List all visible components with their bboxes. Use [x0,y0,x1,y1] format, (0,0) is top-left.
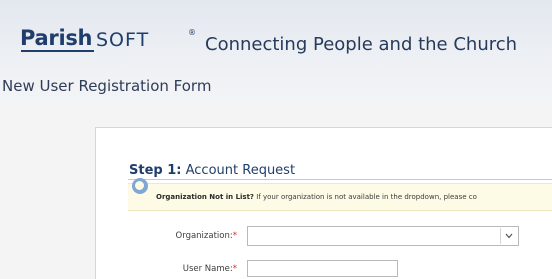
username-label: User Name:* [137,264,237,274]
notice-bold-text: Organization Not in List? [156,193,254,201]
logo-soft-text: SOFT [96,29,150,51]
username-input[interactable] [247,260,398,277]
notice-text: Organization Not in List? If your organi… [156,193,477,201]
username-required-mark: * [232,264,237,274]
step-number: Step 1: [129,163,182,178]
organization-required-mark: * [232,231,237,241]
organization-label: Organization:* [137,231,237,241]
logo-trademark: ® [188,28,196,37]
page-title: New User Registration Form [2,77,212,95]
organization-select[interactable] [247,226,519,246]
logo-parish-text: Parish [20,26,93,50]
info-icon [132,178,148,194]
step-divider [128,179,552,180]
step-heading: Step 1: Account Request [129,163,295,178]
logo-underline [21,50,94,52]
header-tagline: Connecting People and the Church [205,34,518,55]
organization-label-text: Organization: [175,231,233,241]
chevron-down-icon[interactable] [500,228,516,244]
step-title-text: Account Request [185,163,296,178]
notice-body-text: If your organization is not available in… [256,193,477,201]
username-label-text: User Name: [182,264,233,274]
registration-page: Parish SOFT ® Connecting People and the … [0,0,552,279]
